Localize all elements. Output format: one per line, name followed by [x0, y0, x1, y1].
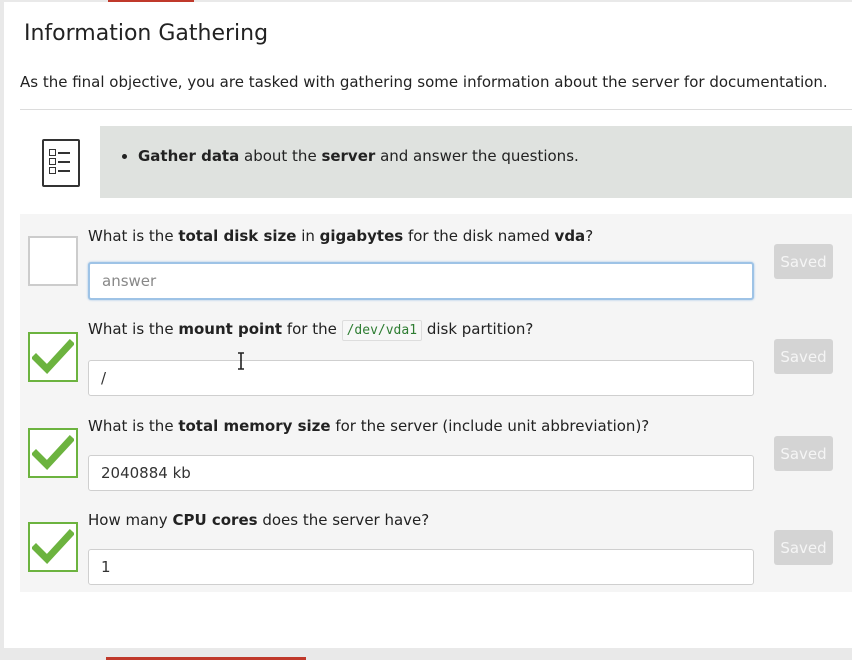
instruction-text-1: about the [239, 147, 322, 165]
checkmark-icon [32, 529, 74, 565]
checklist-icon [42, 139, 80, 187]
answer-input[interactable] [88, 360, 754, 396]
question-text: How many CPU cores does the server have? [88, 511, 430, 529]
answer-input[interactable] [88, 262, 754, 300]
completion-checkbox-checked [28, 428, 78, 478]
instructions-callout: Gather data about the server and answer … [100, 126, 852, 198]
text-cursor-icon [238, 352, 244, 370]
instruction-item: Gather data about the server and answer … [138, 147, 579, 165]
instruction-bold-1: Gather data [138, 147, 240, 165]
saved-button[interactable]: Saved [774, 530, 833, 565]
task-card: Information Gathering As the final objec… [4, 2, 852, 648]
intro-text: As the final objective, you are tasked w… [20, 73, 828, 91]
saved-button[interactable]: Saved [774, 244, 833, 279]
question-text: What is the mount point for the /dev/vda… [88, 320, 533, 341]
question-text: What is the total disk size in gigabytes… [88, 227, 594, 245]
saved-button[interactable]: Saved [774, 436, 833, 471]
questions-panel: What is the total disk size in gigabytes… [20, 214, 852, 592]
checkmark-icon [32, 339, 74, 375]
saved-button[interactable]: Saved [774, 339, 833, 374]
page-title: Information Gathering [24, 21, 269, 46]
completion-checkbox-empty [28, 236, 78, 286]
instructions-list: Gather data about the server and answer … [138, 147, 579, 165]
completion-checkbox-checked [28, 332, 78, 382]
checkmark-icon [32, 435, 74, 471]
answer-input[interactable] [88, 455, 754, 491]
completion-checkbox-checked [28, 522, 78, 572]
question-text: What is the total memory size for the se… [88, 417, 650, 435]
code-path: /dev/vda1 [341, 320, 423, 341]
answer-input[interactable] [88, 549, 754, 585]
divider [20, 109, 852, 110]
instruction-bold-2: server [321, 147, 376, 165]
instruction-text-2: and answer the questions. [375, 147, 579, 165]
